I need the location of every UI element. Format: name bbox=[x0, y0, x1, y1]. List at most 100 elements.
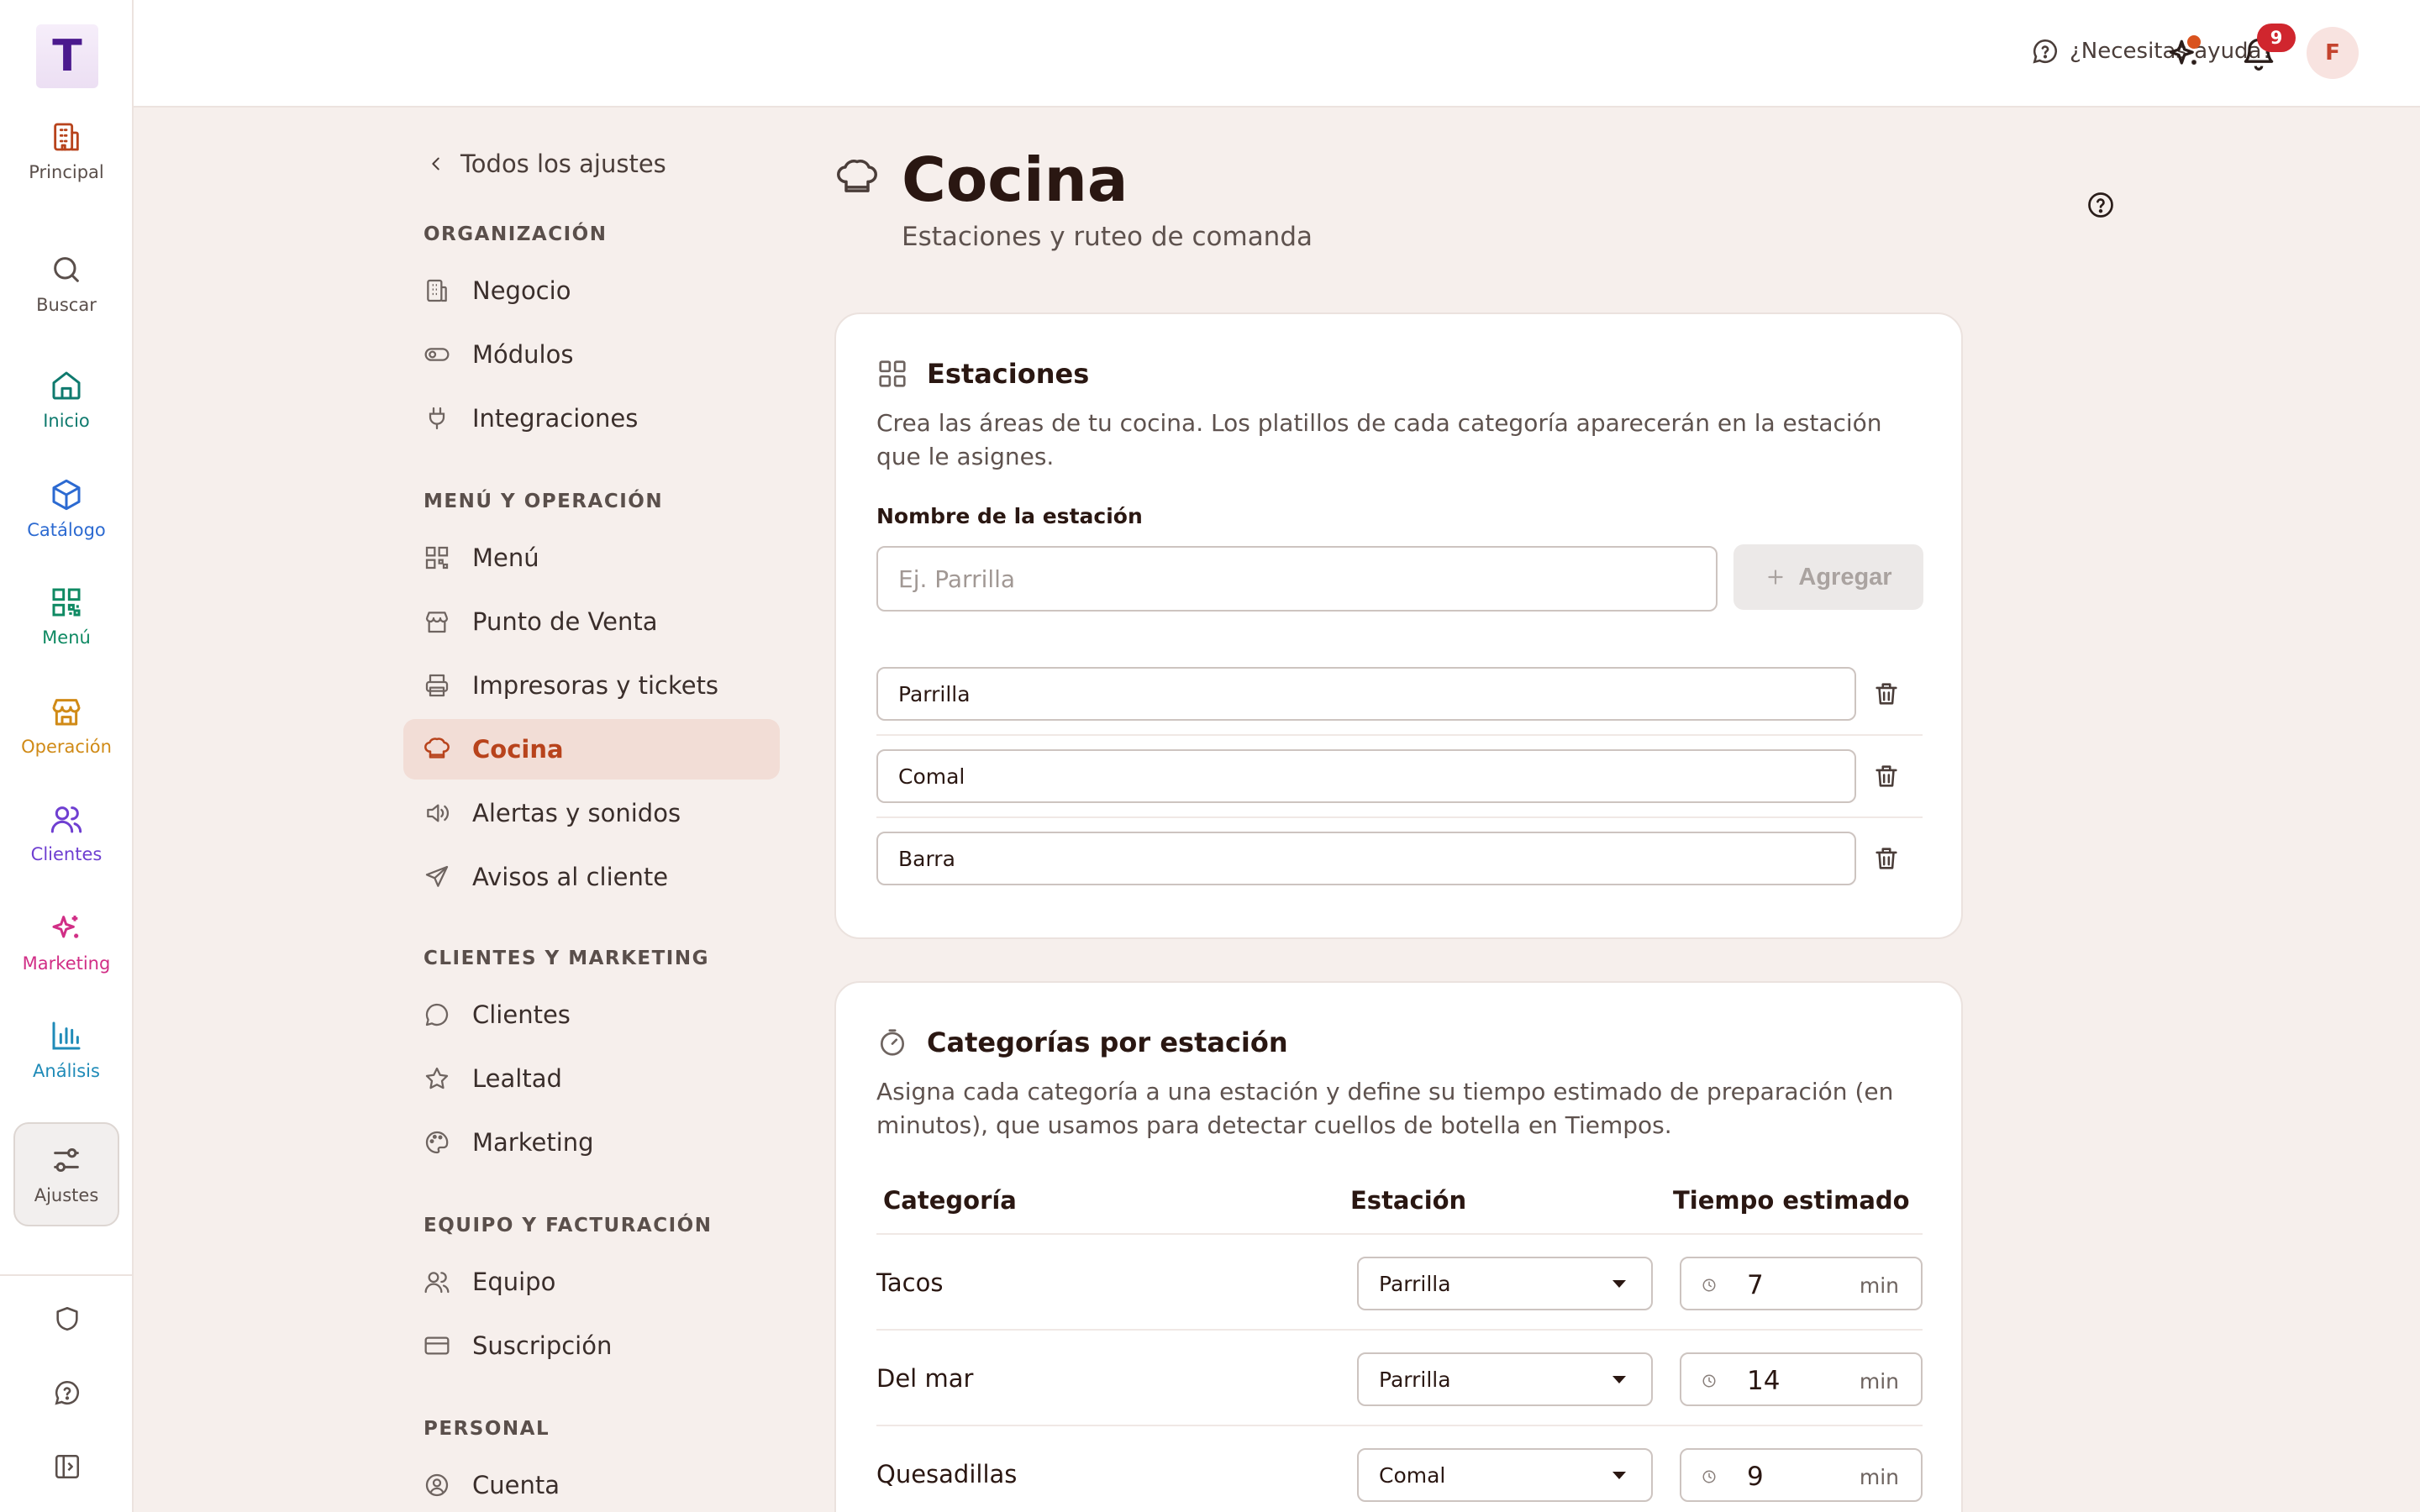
caret-down-icon bbox=[1612, 1376, 1626, 1383]
nav-item-avisos[interactable]: Avisos al cliente bbox=[403, 847, 780, 907]
nav-item-marketing[interactable]: Marketing bbox=[403, 1112, 780, 1173]
station-input-parrilla[interactable] bbox=[876, 667, 1856, 721]
nav-item-label: Módulos bbox=[472, 340, 574, 369]
rail-item-analisis[interactable]: Análisis bbox=[13, 998, 119, 1102]
station-input-barra[interactable] bbox=[876, 832, 1856, 885]
time-input[interactable]: 7 min bbox=[1680, 1257, 1923, 1310]
chat-bubble-icon bbox=[425, 1003, 449, 1026]
printer-icon bbox=[425, 674, 449, 697]
rail-item-operacion[interactable]: Operación bbox=[13, 674, 119, 778]
nav-item-integraciones[interactable]: Integraciones bbox=[403, 388, 780, 449]
nav-item-negocio[interactable]: Negocio bbox=[403, 260, 780, 321]
plug-icon bbox=[429, 407, 445, 430]
user-circle-icon bbox=[425, 1473, 449, 1497]
station-select-value: Parrilla bbox=[1379, 1271, 1451, 1296]
station-input-comal[interactable] bbox=[876, 749, 1856, 803]
toggle-icon bbox=[424, 348, 450, 361]
stations-card: Estaciones Crea las áreas de tu cocina. … bbox=[834, 312, 1963, 939]
station-select-value: Comal bbox=[1379, 1462, 1446, 1488]
column-header-categoria: Categoría bbox=[883, 1186, 1017, 1215]
users-icon bbox=[424, 1272, 450, 1294]
nav-item-alertas[interactable]: Alertas y sonidos bbox=[403, 783, 780, 843]
box-icon bbox=[52, 479, 81, 511]
building-icon bbox=[54, 123, 79, 151]
nav-section-title: CLIENTES Y MARKETING bbox=[424, 948, 709, 969]
stations-description: Crea las áreas de tu cocina. Los platill… bbox=[876, 409, 1882, 470]
plus-icon bbox=[1768, 570, 1784, 585]
rail-item-clientes[interactable]: Clientes bbox=[13, 781, 119, 885]
add-station-button[interactable]: Agregar bbox=[1733, 544, 1923, 610]
category-name: Tacos bbox=[876, 1268, 944, 1297]
credit-card-icon bbox=[424, 1336, 450, 1355]
back-label: Todos los ajustes bbox=[460, 150, 666, 178]
store-icon bbox=[425, 612, 449, 633]
nav-item-suscripcion[interactable]: Suscripción bbox=[403, 1315, 780, 1376]
rail-item-marketing[interactable]: Marketing bbox=[13, 890, 119, 995]
time-value: 14 bbox=[1747, 1366, 1781, 1396]
nav-item-label: Equipo bbox=[472, 1268, 556, 1296]
user-avatar[interactable]: F bbox=[2307, 27, 2359, 79]
nav-item-label: Suscripción bbox=[472, 1331, 613, 1360]
rail-security-button[interactable] bbox=[0, 1305, 134, 1333]
clock-icon bbox=[1702, 1374, 1716, 1388]
nav-item-modulos[interactable]: Módulos bbox=[403, 324, 780, 385]
trash-icon[interactable] bbox=[1872, 680, 1901, 708]
panel-toggle-icon bbox=[55, 1454, 79, 1479]
rail-collapse-button[interactable] bbox=[0, 1452, 134, 1481]
time-input[interactable]: 9 min bbox=[1680, 1448, 1923, 1502]
nav-item-equipo[interactable]: Equipo bbox=[403, 1252, 780, 1312]
row-divider bbox=[876, 734, 1923, 736]
trash-icon[interactable] bbox=[1872, 762, 1901, 790]
rail-item-inicio[interactable]: Inicio bbox=[13, 348, 119, 452]
station-select[interactable]: Parrilla bbox=[1357, 1352, 1653, 1406]
nav-item-label: Cocina bbox=[472, 735, 564, 764]
building-icon bbox=[427, 279, 447, 302]
timer-icon bbox=[880, 1029, 905, 1056]
time-input[interactable]: 14 min bbox=[1680, 1352, 1923, 1406]
trash-icon[interactable] bbox=[1872, 844, 1901, 873]
nav-item-label: Negocio bbox=[472, 276, 571, 305]
rail-item-buscar[interactable]: Buscar bbox=[13, 232, 119, 336]
nav-item-cuenta[interactable]: Cuenta bbox=[403, 1455, 780, 1512]
chat-help-icon bbox=[54, 1380, 79, 1405]
nav-item-label: Marketing bbox=[472, 1128, 594, 1157]
clock-icon bbox=[1702, 1470, 1716, 1483]
stations-header: Estaciones bbox=[876, 358, 1089, 390]
nav-item-clientes[interactable]: Clientes bbox=[403, 984, 780, 1045]
nav-item-label: Alertas y sonidos bbox=[472, 799, 681, 827]
station-select-value: Parrilla bbox=[1379, 1367, 1451, 1392]
station-select[interactable]: Parrilla bbox=[1357, 1257, 1653, 1310]
station-name-input[interactable] bbox=[876, 546, 1718, 612]
rail-item-ajustes[interactable]: Ajustes bbox=[13, 1122, 119, 1226]
nav-item-impresoras[interactable]: Impresoras y tickets bbox=[403, 655, 780, 716]
nav-item-punto-de-venta[interactable]: Punto de Venta bbox=[403, 591, 780, 652]
rail-support-button[interactable] bbox=[0, 1378, 134, 1407]
bar-chart-icon bbox=[52, 1021, 81, 1050]
caret-down-icon bbox=[1612, 1472, 1626, 1479]
back-to-settings-link[interactable]: Todos los ajustes bbox=[427, 150, 666, 178]
station-name-label: Nombre de la estación bbox=[876, 504, 1143, 528]
chef-hat-icon bbox=[424, 738, 450, 759]
nav-item-label: Integraciones bbox=[472, 404, 639, 433]
rail-item-principal[interactable]: Principal bbox=[13, 99, 119, 203]
page-help-icon[interactable] bbox=[2086, 190, 2116, 220]
nav-item-label: Menú bbox=[472, 543, 539, 572]
nav-item-label: Cuenta bbox=[472, 1471, 560, 1499]
time-value: 7 bbox=[1747, 1270, 1764, 1300]
rail-item-catalogo[interactable]: Catálogo bbox=[13, 457, 119, 561]
app-logo[interactable]: T bbox=[36, 24, 98, 88]
nav-section-title: EQUIPO Y FACTURACIÓN bbox=[424, 1215, 713, 1236]
time-unit: min bbox=[1859, 1273, 1899, 1298]
nav-item-lealtad[interactable]: Lealtad bbox=[403, 1048, 780, 1109]
top-bar: ¿Necesitas ayuda? bbox=[134, 0, 2420, 108]
nav-item-menu[interactable]: Menú bbox=[403, 528, 780, 588]
nav-item-cocina[interactable]: Cocina bbox=[403, 719, 780, 780]
categories-title: Categorías por estación bbox=[927, 1026, 1288, 1058]
rail-item-menu[interactable]: Menú bbox=[13, 564, 119, 669]
search-icon bbox=[54, 257, 79, 282]
users-icon bbox=[50, 806, 82, 833]
rail-label: Inicio bbox=[43, 411, 90, 431]
station-select[interactable]: Comal bbox=[1357, 1448, 1653, 1502]
help-circle-icon bbox=[2033, 39, 2057, 64]
help-link[interactable]: ¿Necesitas ayuda? bbox=[2031, 37, 2273, 66]
